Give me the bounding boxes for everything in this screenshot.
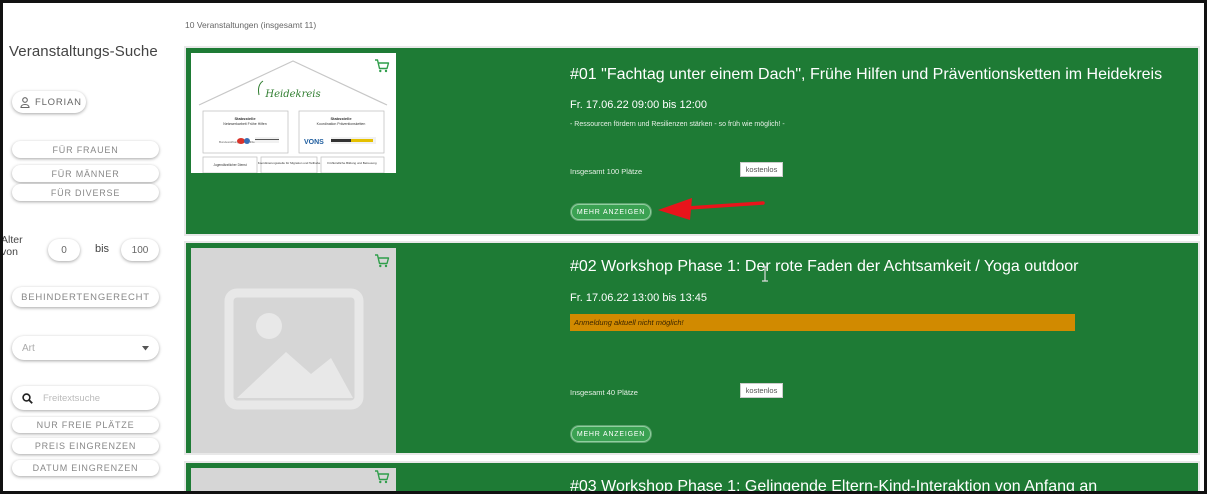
search-sidebar: Veranstaltungs-Suche FLORIAN FÜR FRAUEN … — [1, 3, 177, 491]
sidebar-title: Veranstaltungs-Suche — [9, 43, 158, 60]
event-title[interactable]: #01 "Fachtag unter einem Dach", Frühe Hi… — [570, 66, 1162, 84]
more-button[interactable]: MEHR ANZEIGEN — [571, 426, 651, 442]
image-placeholder-icon — [191, 248, 396, 453]
search-field[interactable] — [12, 386, 159, 410]
heidekreis-flyer-image: Heidekreis Stabsstelle Netzwerkarbeit Fr… — [191, 53, 396, 174]
age-label: Alter von — [1, 234, 23, 258]
search-input[interactable] — [43, 392, 143, 404]
svg-text:Stabsstelle: Stabsstelle — [330, 116, 352, 121]
svg-text:Jugendärztlicher Dienst: Jugendärztlicher Dienst — [213, 163, 246, 167]
user-button[interactable]: FLORIAN — [12, 91, 86, 113]
search-icon — [22, 392, 33, 404]
event-image-placeholder[interactable] — [191, 248, 396, 453]
accessible-button[interactable]: BEHINDERTENGERECHT — [12, 287, 159, 307]
filter-date-button[interactable]: DATUM EINGRENZEN — [12, 460, 159, 476]
age-to-input[interactable]: 100 — [121, 239, 159, 261]
type-select-value: Art — [22, 342, 35, 354]
event-places: Insgesamt 40 Plätze — [570, 388, 638, 397]
age-from-input[interactable]: 0 — [48, 239, 80, 261]
svg-text:Frühkindliche Bildung und Betr: Frühkindliche Bildung und Betreuung — [327, 161, 377, 165]
event-title[interactable]: #02 Workshop Phase 1: Der rote Faden der… — [570, 258, 1078, 276]
age-to-label: bis — [95, 243, 110, 255]
filter-women-button[interactable]: FÜR FRAUEN — [12, 141, 159, 158]
filter-diverse-button[interactable]: FÜR DIVERSE — [12, 184, 159, 201]
filter-price-button[interactable]: PREIS EINGRENZEN — [12, 438, 159, 454]
svg-text:Koordination Präventionsketten: Koordination Präventionsketten — [317, 122, 366, 126]
filter-men-button[interactable]: FÜR MÄNNER — [12, 165, 159, 182]
event-image[interactable]: Heidekreis Stabsstelle Netzwerkarbeit Fr… — [191, 53, 396, 174]
event-card[interactable]: #02 Workshop Phase 1: Der rote Faden der… — [184, 241, 1200, 455]
svg-text:Netzwerkarbeit Frühe Hilfen: Netzwerkarbeit Frühe Hilfen — [223, 122, 266, 126]
type-select[interactable]: Art — [12, 336, 159, 360]
event-date: Fr. 17.06.22 09:00 bis 12:00 — [570, 99, 707, 111]
event-date: Fr. 17.06.22 13:00 bis 13:45 — [570, 292, 707, 304]
caret-down-icon — [142, 345, 149, 350]
filter-free-places-button[interactable]: NUR FREIE PLÄTZE — [12, 417, 159, 433]
price-badge: kostenlos — [740, 162, 783, 177]
event-title[interactable]: #03 Workshop Phase 1: Gelingende Eltern-… — [570, 478, 1097, 494]
event-image-placeholder[interactable] — [191, 468, 396, 494]
event-description: - Ressourcen fördern und Resilienzen stä… — [570, 121, 785, 128]
result-count: 10 Veranstaltungen (insgesamt 11) — [185, 20, 317, 30]
svg-text:Stabsstelle: Stabsstelle — [234, 116, 256, 121]
text-cursor-icon — [762, 266, 768, 282]
svg-text:VONS: VONS — [304, 139, 324, 146]
price-badge: kostenlos — [740, 383, 783, 398]
user-name: FLORIAN — [35, 96, 82, 108]
red-arrow-annotation — [658, 198, 765, 220]
svg-text:Koordinierungsstelle für Migra: Koordinierungsstelle für Migration und T… — [258, 161, 321, 165]
cart-icon[interactable] — [374, 469, 390, 485]
user-icon — [20, 96, 30, 108]
cart-icon[interactable] — [374, 253, 390, 269]
more-button[interactable]: MEHR ANZEIGEN — [571, 204, 651, 220]
event-card[interactable]: #03 Workshop Phase 1: Gelingende Eltern-… — [184, 461, 1200, 494]
cart-icon[interactable] — [374, 58, 390, 74]
heidekreis-logo: Heidekreis — [264, 89, 320, 100]
registration-warning: Anmeldung aktuell nicht möglich! — [570, 314, 1075, 331]
event-places: Insgesamt 100 Plätze — [570, 167, 643, 176]
